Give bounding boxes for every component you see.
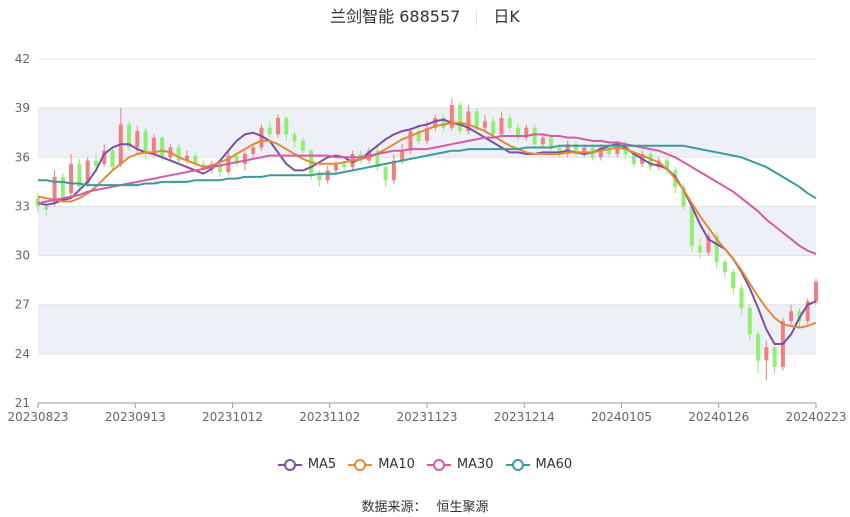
legend-marker-icon <box>426 458 451 471</box>
candle-body <box>747 307 752 335</box>
source-label: 数据来源： <box>361 500 427 515</box>
x-tick-label: 20230913 <box>105 410 166 424</box>
candle <box>77 158 82 191</box>
candle <box>805 298 810 325</box>
legend-item-ma10[interactable]: MA10 <box>348 457 415 472</box>
legend-item-ma30[interactable]: MA30 <box>426 457 494 472</box>
candle <box>458 101 463 135</box>
candle-body <box>491 121 496 135</box>
candle <box>756 330 761 374</box>
legend-label: MA5 <box>307 457 337 472</box>
data-source: 数据来源： 恒生聚源 <box>0 496 850 515</box>
x-tick-label: 20240126 <box>688 410 749 424</box>
x-tick-label: 20231012 <box>202 410 263 424</box>
candle <box>383 163 388 187</box>
candle-body <box>342 163 347 168</box>
candle <box>772 344 777 374</box>
legend-marker-icon <box>505 458 530 471</box>
legend-label: MA60 <box>535 457 573 472</box>
candle <box>731 268 736 295</box>
x-axis-ticks: 20230823 20230913 20231012 20231102 20231123… <box>7 403 847 424</box>
candle <box>814 278 818 305</box>
candle-body <box>789 311 794 322</box>
y-axis-ticks: 21 24 27 30 33 36 39 42 <box>15 52 30 410</box>
candle-body <box>540 137 545 145</box>
legend-marker-icon <box>277 458 302 471</box>
candle-body <box>722 262 727 272</box>
y-tick-label: 30 <box>15 249 30 263</box>
y-tick-label: 42 <box>15 52 30 66</box>
candle-body <box>69 163 74 194</box>
candle <box>449 98 454 132</box>
candle-body <box>391 160 396 181</box>
y-tick-label: 36 <box>15 150 30 164</box>
candle-body <box>507 117 512 128</box>
candle-body <box>756 334 761 361</box>
candle-body <box>300 140 305 151</box>
candle-body <box>739 288 744 308</box>
y-tick-label: 39 <box>15 101 30 115</box>
candle-body <box>135 131 140 148</box>
candle <box>532 124 537 148</box>
candle-body <box>267 127 272 135</box>
candle <box>391 154 396 184</box>
candle-body <box>143 131 148 155</box>
x-tick-label: 20231102 <box>299 410 360 424</box>
candle-body <box>333 163 338 171</box>
candle-body <box>276 117 281 135</box>
x-tick-label: 20231123 <box>396 410 457 424</box>
candle-body <box>284 117 289 135</box>
candle-body <box>689 206 694 246</box>
candle-body <box>648 154 653 168</box>
candle-body <box>60 176 65 197</box>
legend-item-ma5[interactable]: MA5 <box>277 457 337 472</box>
candle <box>375 147 380 171</box>
candle-body <box>549 137 554 148</box>
candle-body <box>160 137 165 158</box>
candle <box>69 154 74 199</box>
candle-body <box>731 271 736 289</box>
y-tick-label: 27 <box>15 298 30 312</box>
candle-body <box>292 134 297 141</box>
candle-body <box>408 131 413 151</box>
grid-band <box>38 304 816 354</box>
x-tick-label: 20231214 <box>494 410 555 424</box>
kline-chart: 21 24 27 30 33 36 39 42 20230823 20230913 2023101… <box>7 52 847 424</box>
candle-body <box>383 167 388 181</box>
candle-body <box>814 281 818 302</box>
legend: MA5 MA10 MA30 MA60 <box>0 457 850 476</box>
candle-body <box>251 147 256 155</box>
candle-body <box>772 347 777 367</box>
candle-body <box>242 154 247 164</box>
x-tick-label: 20240223 <box>785 410 846 424</box>
y-tick-label: 21 <box>15 396 30 410</box>
legend-item-ma60[interactable]: MA60 <box>505 457 573 472</box>
candle-body <box>482 121 487 128</box>
candle-body <box>44 206 49 210</box>
candle <box>276 114 281 138</box>
legend-label: MA10 <box>378 457 415 472</box>
x-tick-label: 20240105 <box>591 410 652 424</box>
candle-body <box>474 111 479 128</box>
candle <box>127 121 132 151</box>
y-tick-label: 33 <box>15 199 30 213</box>
legend-label: MA30 <box>456 457 494 472</box>
candle-body <box>93 160 98 166</box>
candle-body <box>764 347 769 361</box>
source-value: 恒生聚源 <box>436 500 489 515</box>
candle-body <box>698 245 703 253</box>
y-tick-label: 24 <box>15 347 30 361</box>
candle <box>110 147 115 171</box>
candle-body <box>458 104 463 132</box>
legend-marker-icon <box>348 458 373 471</box>
candle-body <box>532 127 537 145</box>
x-tick-label: 20230823 <box>7 410 68 424</box>
candle-body <box>400 150 405 161</box>
candle <box>60 173 65 200</box>
candle-body <box>499 117 504 135</box>
candle-body <box>110 150 115 168</box>
candle <box>722 258 727 279</box>
candle-body <box>325 170 330 181</box>
candle-body <box>449 104 454 128</box>
